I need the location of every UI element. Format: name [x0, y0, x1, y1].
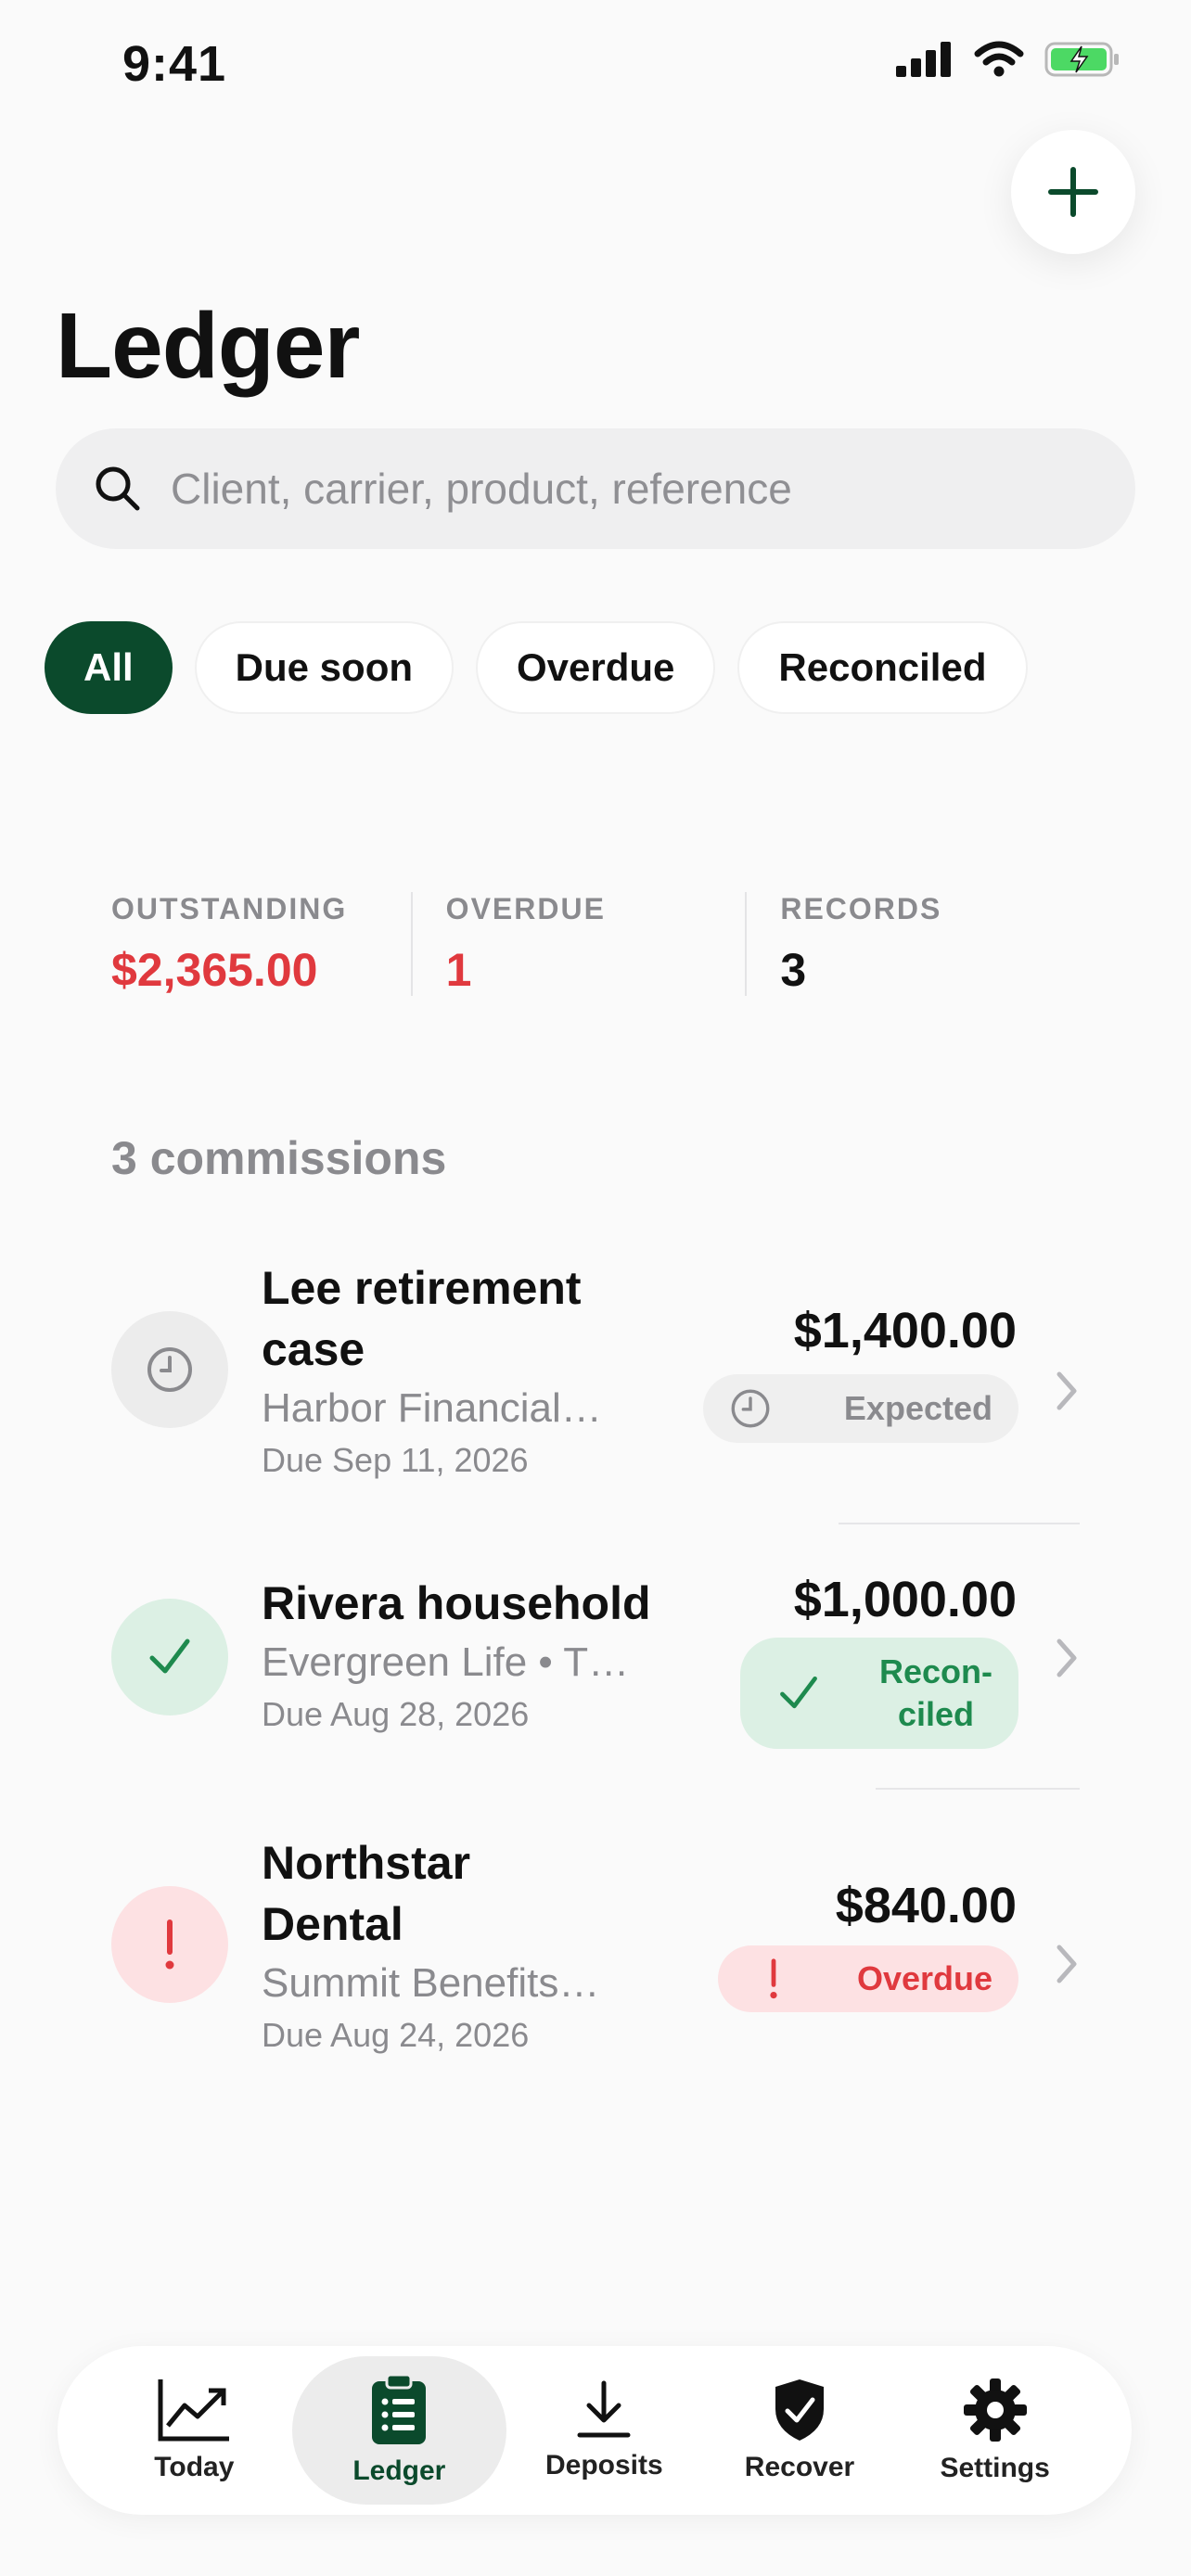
list-item-due: Due Sep 11, 2026 [262, 1441, 529, 1479]
shield-check-icon [775, 2379, 824, 2441]
status-time: 9:41 [122, 36, 227, 92]
exclamation-icon [770, 1958, 777, 1999]
page-title: Ledger [56, 294, 360, 398]
list-item-subtitle: Evergreen Life • T… [262, 1639, 630, 1685]
list-item-text: Northstar Dental Summit Benefits… Due Au… [262, 1832, 660, 2059]
filter-all[interactable]: All [45, 621, 173, 714]
check-icon [149, 1639, 190, 1674]
list-item-title: Lee retirement case [262, 1262, 582, 1375]
gear-icon [963, 2378, 1027, 2442]
list-item-text: Lee retirement case Harbor Financial… Du… [262, 1257, 660, 1484]
tab-label: Today [154, 2452, 235, 2482]
stat-value: 1 [445, 944, 472, 996]
exclamation-icon [165, 1919, 174, 1970]
list-item-subtitle: Summit Benefits… [262, 1960, 600, 2006]
battery-charging-icon [1044, 42, 1119, 77]
stat-outstanding: OUTSTANDING $2,365.00 [111, 892, 411, 996]
status-badge-label: Recon- ciled [878, 1652, 992, 1733]
list-item-amount: $1,400.00 [793, 1303, 1017, 1358]
chevron-right-icon [1057, 1371, 1077, 1410]
tab-label: Ledger [352, 2455, 446, 2486]
list-item-due: Due Aug 28, 2026 [262, 1695, 530, 1733]
status-avatar [111, 1311, 228, 1428]
status-badge: Recon- ciled [740, 1638, 1018, 1749]
stat-value: 3 [780, 944, 807, 996]
search-input[interactable] [169, 463, 1007, 515]
status-badge-label: Overdue [856, 1959, 992, 1997]
list-item-due: Due Aug 24, 2026 [262, 2016, 530, 2054]
search-icon [96, 466, 140, 511]
status-avatar [111, 1599, 228, 1715]
download-icon [577, 2380, 631, 2438]
list-item-amount: $840.00 [835, 1878, 1017, 1933]
clock-icon [731, 1389, 770, 1428]
status-badge: Expected [703, 1374, 1018, 1443]
list-item-subtitle: Harbor Financial… [262, 1385, 602, 1431]
tab-ledger[interactable]: Ledger [291, 2356, 507, 2505]
filter-due-soon[interactable]: Due soon [194, 621, 455, 714]
list-item-title: Northstar Dental [262, 1837, 471, 1950]
chart-icon [158, 2379, 230, 2442]
tab-label: Deposits [544, 2450, 663, 2480]
tab-label: Settings [940, 2453, 1050, 2483]
plus-icon [1048, 167, 1098, 217]
tab-today[interactable]: Today [96, 2356, 292, 2505]
stat-overdue: OVERDUE 1 [410, 892, 746, 996]
list-item[interactable]: Rivera household Evergreen Life • T… Due… [0, 1558, 1191, 1780]
check-icon [780, 1676, 817, 1709]
tab-settings[interactable]: Settings [897, 2356, 1093, 2505]
clock-icon [147, 1347, 192, 1392]
list-item-title: Rivera household [262, 1577, 651, 1629]
list-item[interactable]: Northstar Dental Summit Benefits… Due Au… [0, 1827, 1191, 2077]
add-button[interactable] [1011, 130, 1135, 254]
tab-bar: Today Ledger Deposits Recover Settings [58, 2346, 1132, 2515]
row-divider [839, 1523, 1080, 1524]
list-count-label: 3 commissions [111, 1132, 447, 1184]
stat-records: RECORDS 3 [745, 892, 1080, 996]
filter-chips: All Due soon Overdue Reconciled [45, 621, 1028, 714]
clipboard-list-icon [372, 2374, 427, 2444]
filter-reconciled[interactable]: Reconciled [737, 621, 1028, 714]
cellular-signal-icon [896, 42, 951, 77]
status-icons [896, 41, 1121, 78]
tab-deposits[interactable]: Deposits [506, 2356, 702, 2505]
list-item-text: Rivera household Evergreen Life • T… Due… [262, 1573, 670, 1738]
wifi-icon [974, 41, 1024, 77]
filter-overdue[interactable]: Overdue [476, 621, 716, 714]
stat-label: OUTSTANDING [111, 892, 348, 925]
search-bar[interactable] [56, 428, 1135, 549]
list-item-amount: $1,000.00 [793, 1572, 1017, 1627]
status-avatar [111, 1886, 228, 2003]
summary-stats: OUTSTANDING $2,365.00 OVERDUE 1 RECORDS … [111, 892, 1080, 996]
list-item[interactable]: Lee retirement case Harbor Financial… Du… [0, 1252, 1191, 1530]
tab-recover[interactable]: Recover [702, 2356, 898, 2505]
chevron-right-icon [1057, 1945, 1077, 1983]
status-badge: Overdue [718, 1945, 1018, 2012]
row-divider [876, 1788, 1080, 1790]
stat-value: $2,365.00 [111, 944, 318, 996]
stat-label: OVERDUE [445, 892, 606, 925]
tab-label: Recover [744, 2452, 855, 2482]
chevron-right-icon [1057, 1639, 1077, 1677]
status-badge-label: Expected [843, 1389, 992, 1427]
stat-label: RECORDS [780, 892, 942, 925]
